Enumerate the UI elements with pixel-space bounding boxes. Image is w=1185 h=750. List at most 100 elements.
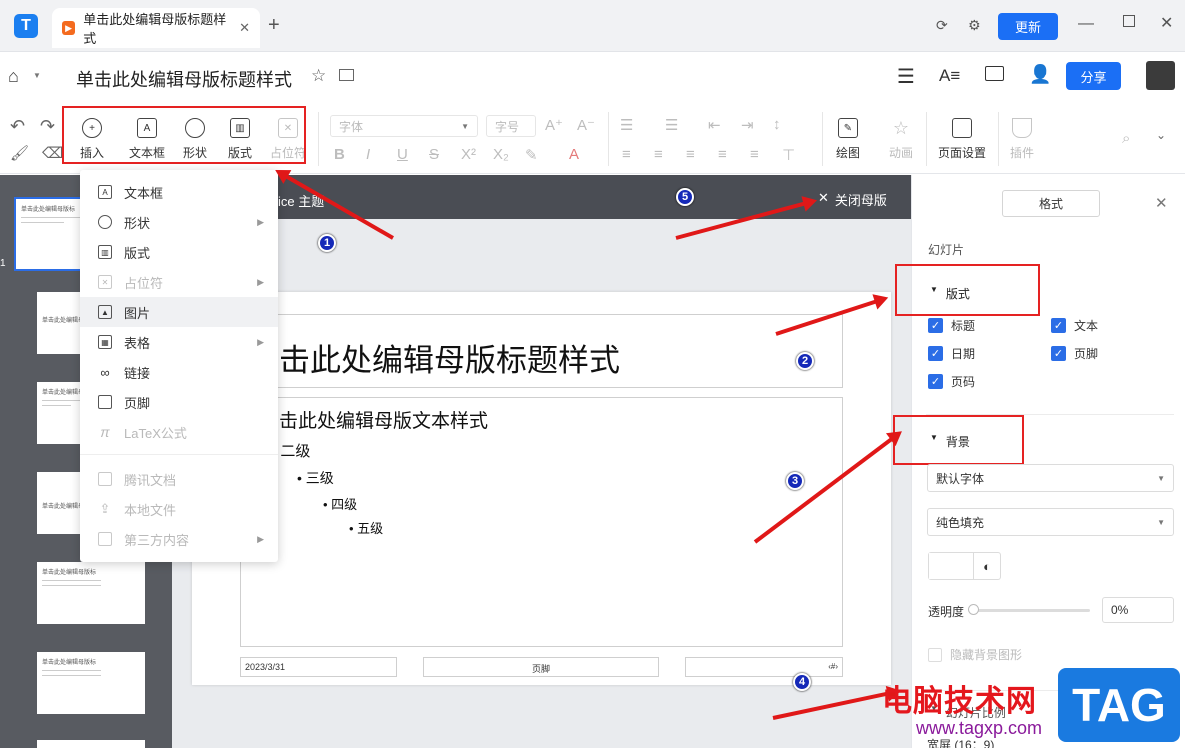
- layout-thumbnail[interactable]: 单击此处编辑母版标: [37, 652, 145, 714]
- close-panel-icon[interactable]: ✕: [1155, 194, 1168, 212]
- bold-icon[interactable]: B: [334, 146, 345, 163]
- animation-button[interactable]: ☆ 动画: [889, 118, 913, 161]
- numbered-list-icon[interactable]: ☰: [665, 116, 678, 134]
- minimize-icon[interactable]: —: [1078, 15, 1094, 33]
- text-format-icon[interactable]: A≡: [939, 66, 960, 86]
- collapse-ribbon-icon[interactable]: ⌄: [1156, 128, 1166, 142]
- menu-item-tencent-docs[interactable]: 腾讯文档: [80, 464, 278, 494]
- menu-item-third-party[interactable]: 第三方内容 ▶: [80, 524, 278, 554]
- sync-icon[interactable]: ⟳: [936, 17, 948, 34]
- decrease-font-icon[interactable]: A⁻: [577, 116, 595, 134]
- share-button[interactable]: 分享: [1066, 62, 1121, 90]
- underline-icon[interactable]: U: [397, 146, 408, 163]
- opacity-slider[interactable]: [972, 609, 1090, 612]
- date-placeholder[interactable]: 2023/3/31: [240, 657, 397, 677]
- home-icon[interactable]: ⌂: [8, 66, 19, 87]
- strikethrough-icon[interactable]: S: [429, 146, 439, 163]
- increase-font-icon[interactable]: A⁺: [545, 116, 563, 134]
- page-setup-button[interactable]: 页面设置: [938, 118, 986, 161]
- checkbox-page-number[interactable]: ✓ 页码: [928, 373, 975, 390]
- font-color-icon[interactable]: A: [569, 146, 579, 163]
- opacity-slider-handle[interactable]: [968, 604, 979, 615]
- slide-canvas[interactable]: 击此处编辑母版标题样式 击此处编辑母版文本样式 • 二级 • 三级 • 四级 •…: [192, 292, 891, 685]
- title-placeholder[interactable]: 击此处编辑母版标题样式: [240, 314, 843, 388]
- align-center-icon[interactable]: ≡: [654, 146, 663, 163]
- draw-icon: ✎: [838, 118, 858, 138]
- italic-icon[interactable]: I: [366, 146, 370, 163]
- background-font-select[interactable]: 默认字体 ▼: [927, 464, 1174, 492]
- bullet-list-icon[interactable]: ☰: [620, 116, 633, 134]
- fill-type-select[interactable]: 纯色填充 ▼: [927, 508, 1174, 536]
- annotation-badge: 4: [793, 673, 811, 691]
- menu-item-link[interactable]: ∞ 链接: [80, 357, 278, 387]
- font-select[interactable]: 字体 ▼: [330, 115, 478, 137]
- search-icon[interactable]: ⌕: [1122, 130, 1130, 147]
- superscript-icon[interactable]: X²: [461, 146, 476, 163]
- body-placeholder[interactable]: 击此处编辑母版文本样式 • 二级 • 三级 • 四级 • 五级: [240, 397, 843, 647]
- color-picker[interactable]: ◐: [928, 552, 1001, 580]
- opacity-input[interactable]: 0%: [1102, 597, 1174, 623]
- maximize-icon[interactable]: [1123, 15, 1135, 27]
- menu-item-latex[interactable]: π LaTeX公式: [80, 417, 278, 447]
- menu-item-table[interactable]: ▦ 表格 ▶: [80, 327, 278, 357]
- subscript-icon[interactable]: X₂: [493, 146, 509, 163]
- menu-item-image[interactable]: ▲ 图片: [80, 297, 278, 327]
- hide-background-checkbox[interactable]: 隐藏背景图形: [928, 646, 1022, 663]
- justify-icon[interactable]: ≡: [718, 146, 727, 163]
- insert-menu: A 文本框 形状 ▶ ▥ 版式 ✕ 占位符 ▶ ▲ 图片 ▦ 表格 ▶ ∞ 链接 页脚 π LaTe…: [80, 170, 278, 562]
- menu-item-layout[interactable]: ▥ 版式: [80, 237, 278, 267]
- format-tab-button[interactable]: 格式: [1002, 190, 1100, 217]
- upload-icon: ⇪: [99, 501, 111, 516]
- menu-item-textbox[interactable]: A 文本框: [80, 177, 278, 207]
- layout-thumbnail[interactable]: [37, 740, 145, 750]
- checkbox-title[interactable]: ✓ 标题: [928, 317, 975, 334]
- home-dropdown-icon[interactable]: ▼: [33, 71, 41, 80]
- size-select[interactable]: 字号: [486, 115, 536, 137]
- move-icon[interactable]: [339, 69, 354, 81]
- highlight-icon[interactable]: ✎: [525, 146, 538, 164]
- redo-icon[interactable]: ↷: [40, 116, 55, 137]
- chevron-right-icon: ▶: [257, 336, 264, 347]
- undo-icon[interactable]: ↶: [10, 116, 25, 137]
- update-button[interactable]: 更新: [998, 13, 1058, 40]
- vertical-align-icon[interactable]: ⊤: [782, 146, 795, 164]
- draw-button[interactable]: ✎ 绘图: [836, 118, 860, 161]
- app-logo-icon[interactable]: T: [14, 14, 38, 38]
- close-window-icon[interactable]: ✕: [1160, 13, 1173, 33]
- align-right-icon[interactable]: ≡: [686, 146, 695, 163]
- document-tab[interactable]: ▶ 单击此处编辑母版标题样式 ✕: [52, 8, 260, 48]
- layout-thumbnail[interactable]: 单击此处编辑母版标: [37, 562, 145, 624]
- present-icon[interactable]: [985, 66, 1004, 81]
- indent-icon[interactable]: ⇥: [741, 116, 754, 134]
- close-master-button[interactable]: ✕ 关闭母版: [818, 190, 887, 209]
- star-icon[interactable]: ☆: [311, 66, 326, 86]
- checkbox-footer[interactable]: ✓ 页脚: [1051, 345, 1098, 362]
- format-painter-icon[interactable]: 🖌: [10, 144, 29, 162]
- menu-icon[interactable]: ☰: [897, 64, 915, 89]
- document-title[interactable]: 单击此处编辑母版标题样式: [76, 66, 292, 92]
- footer-placeholder[interactable]: 页脚: [423, 657, 659, 677]
- divider: [608, 112, 609, 166]
- align-left-icon[interactable]: ≡: [622, 146, 631, 163]
- menu-item-local-file[interactable]: ⇪ 本地文件: [80, 494, 278, 524]
- check-icon: ✓: [1051, 346, 1066, 361]
- slide-number: 1: [0, 258, 6, 269]
- close-tab-icon[interactable]: ✕: [239, 20, 250, 36]
- settings-icon[interactable]: ⚙: [968, 17, 981, 34]
- menu-item-shape[interactable]: 形状 ▶: [80, 207, 278, 237]
- avatar[interactable]: [1146, 61, 1175, 90]
- level3-text: • 三级: [297, 470, 334, 486]
- line-spacing-icon[interactable]: ↕: [773, 116, 781, 133]
- distribute-icon[interactable]: ≡: [750, 146, 759, 163]
- menu-item-placeholder[interactable]: ✕ 占位符 ▶: [80, 267, 278, 297]
- checkbox-date[interactable]: ✓ 日期: [928, 345, 975, 362]
- page-number-placeholder[interactable]: ‹#›: [685, 657, 843, 677]
- outdent-icon[interactable]: ⇤: [708, 116, 721, 134]
- checkbox-text[interactable]: ✓ 文本: [1051, 317, 1098, 334]
- layout-icon: ▥: [98, 245, 112, 259]
- add-collaborator-icon[interactable]: 👤: [1029, 64, 1051, 85]
- eraser-icon[interactable]: ⌫: [42, 144, 63, 162]
- new-tab-icon[interactable]: +: [268, 14, 280, 37]
- menu-item-footer[interactable]: 页脚: [80, 387, 278, 417]
- plugin-button[interactable]: 插件: [1010, 118, 1034, 161]
